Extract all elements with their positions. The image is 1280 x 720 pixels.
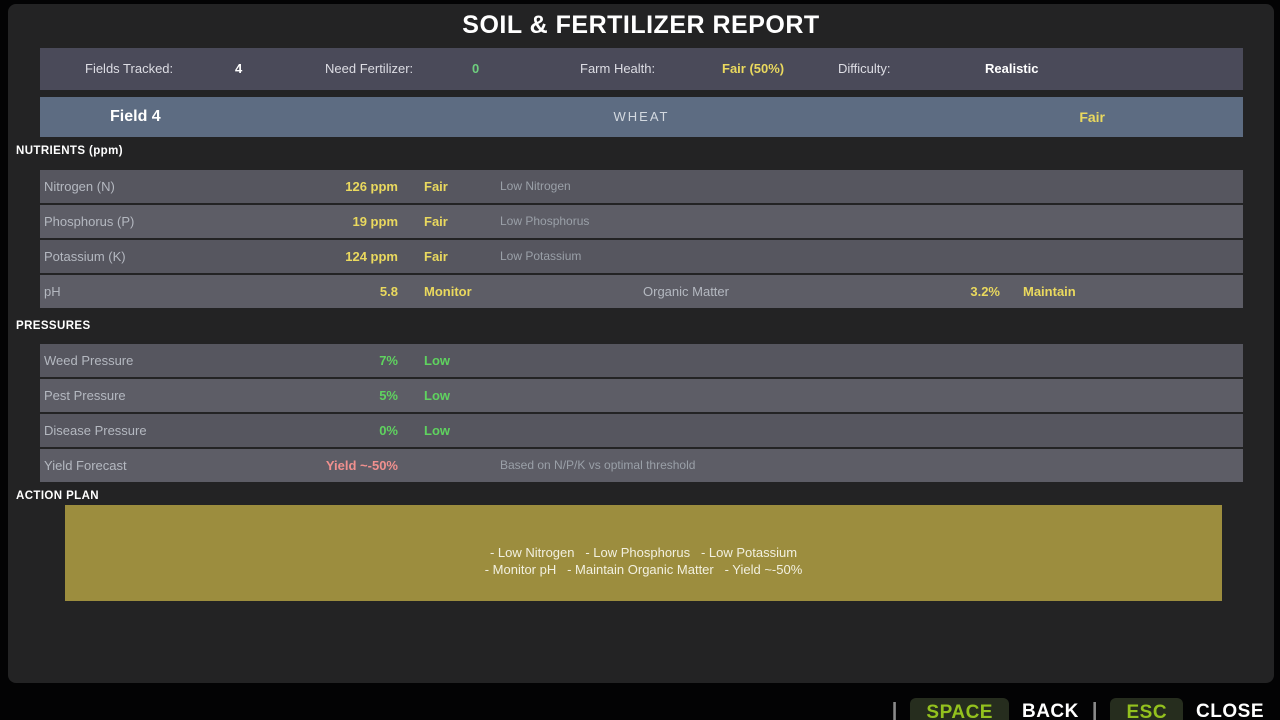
field-crop-type: WHEAT	[40, 97, 1243, 137]
pressures-section-label: PRESSURES	[16, 320, 91, 332]
fields-tracked-value: 4	[235, 48, 242, 90]
pressure-value: 5%	[40, 379, 398, 412]
table-row-yield-forecast: Yield Forecast Yield ~-50% Based on N/P/…	[40, 449, 1243, 482]
page-title: SOIL & FERTILIZER REPORT	[8, 11, 1274, 40]
pressures-table: Weed Pressure 7% Low Pest Pressure 5% Lo…	[40, 344, 1243, 484]
nutrient-status: Fair	[424, 170, 448, 203]
field-header-row: Field 4 WHEAT Fair	[40, 97, 1243, 137]
table-row-weed-pressure: Weed Pressure 7% Low	[40, 344, 1243, 377]
difficulty-value: Realistic	[985, 48, 1038, 90]
organic-matter-value: 3.2%	[740, 275, 1000, 308]
space-key-button[interactable]: SPACE	[910, 698, 1009, 720]
farm-stats-bar: Fields Tracked: 4 Need Fertilizer: 0 Far…	[40, 48, 1243, 90]
table-row-disease-pressure: Disease Pressure 0% Low	[40, 414, 1243, 447]
nutrients-section-label: NUTRIENTS (ppm)	[16, 145, 123, 157]
report-panel: SOIL & FERTILIZER REPORT Fields Tracked:…	[8, 4, 1274, 683]
table-row-phosphorus: Phosphorus (P) 19 ppm Fair Low Phosphoru…	[40, 205, 1243, 238]
pressure-status: Low	[424, 379, 450, 412]
nutrient-value: 126 ppm	[40, 170, 398, 203]
footer-key-hints: | SPACE BACK | ESC CLOSE	[892, 698, 1264, 720]
nutrient-status: Monitor	[424, 275, 472, 308]
table-row-nitrogen: Nitrogen (N) 126 ppm Fair Low Nitrogen	[40, 170, 1243, 203]
nutrient-note: Low Phosphorus	[500, 205, 589, 238]
nutrients-table: Nitrogen (N) 126 ppm Fair Low Nitrogen P…	[40, 170, 1243, 310]
pressure-status: Low	[424, 344, 450, 377]
nutrient-value: 5.8	[40, 275, 398, 308]
pressure-value: 0%	[40, 414, 398, 447]
pressure-value: 7%	[40, 344, 398, 377]
action-plan-box: - Low Nitrogen - Low Phosphorus - Low Po…	[65, 505, 1222, 601]
yield-forecast-note: Based on N/P/K vs optimal threshold	[500, 449, 695, 482]
organic-matter-label: Organic Matter	[643, 275, 729, 308]
farm-health-value: Fair (50%)	[722, 48, 784, 90]
table-row-potassium: Potassium (K) 124 ppm Fair Low Potassium	[40, 240, 1243, 273]
close-button[interactable]: CLOSE	[1196, 698, 1264, 720]
fields-tracked-label: Fields Tracked:	[85, 48, 173, 90]
need-fertilizer-label: Need Fertilizer:	[325, 48, 413, 90]
esc-key-button[interactable]: ESC	[1110, 698, 1183, 720]
table-row-ph: pH 5.8 Monitor Organic Matter 3.2% Maint…	[40, 275, 1243, 308]
nutrient-note: Low Potassium	[500, 240, 581, 273]
farm-health-label: Farm Health:	[580, 48, 655, 90]
separator: |	[892, 698, 898, 720]
nutrient-status: Fair	[424, 240, 448, 273]
action-plan-section-label: ACTION PLAN	[16, 490, 99, 502]
need-fertilizer-value: 0	[472, 48, 479, 90]
separator: |	[1092, 698, 1098, 720]
nutrient-value: 124 ppm	[40, 240, 398, 273]
action-plan-line-1: - Low Nitrogen - Low Phosphorus - Low Po…	[65, 544, 1222, 561]
back-button[interactable]: BACK	[1022, 698, 1079, 720]
table-row-pest-pressure: Pest Pressure 5% Low	[40, 379, 1243, 412]
yield-forecast-value: Yield ~-50%	[40, 449, 398, 482]
nutrient-value: 19 ppm	[40, 205, 398, 238]
action-plan-line-2: - Monitor pH - Maintain Organic Matter -…	[65, 561, 1222, 578]
pressure-status: Low	[424, 414, 450, 447]
nutrient-note: Low Nitrogen	[500, 170, 571, 203]
difficulty-label: Difficulty:	[838, 48, 891, 90]
field-status-badge: Fair	[1079, 97, 1105, 137]
organic-matter-status: Maintain	[1023, 275, 1076, 308]
nutrient-status: Fair	[424, 205, 448, 238]
